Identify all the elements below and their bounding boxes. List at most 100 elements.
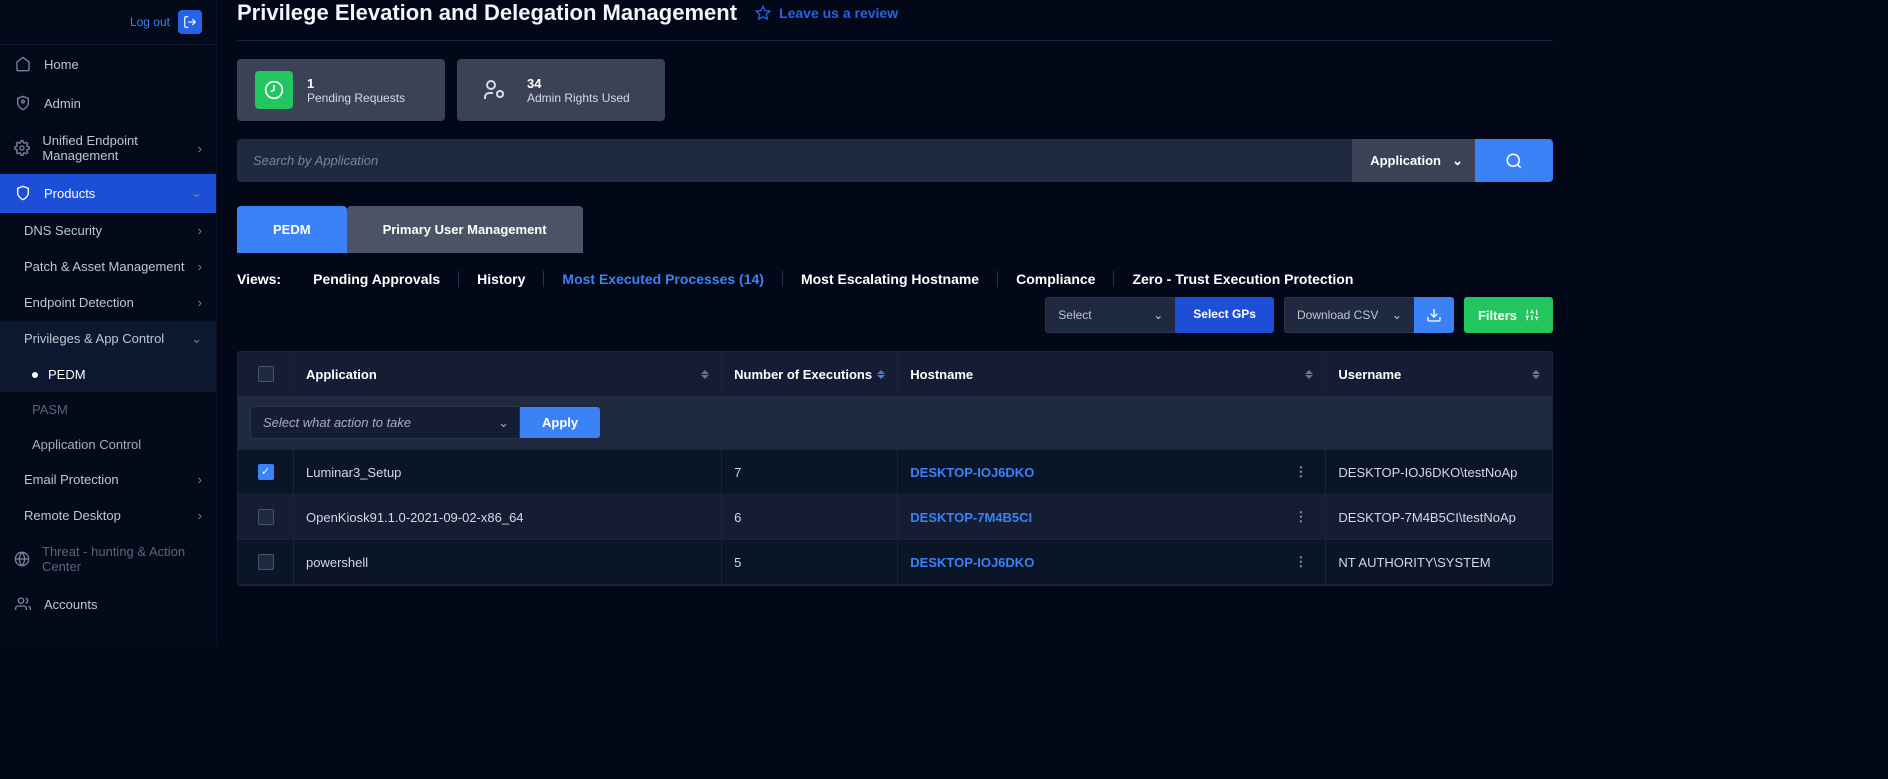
- th-application[interactable]: Application: [294, 352, 722, 396]
- nav-uem-label: Unified Endpoint Management: [42, 133, 202, 163]
- nav-accounts[interactable]: Accounts: [0, 585, 216, 624]
- chevron-down-icon: ⌄: [191, 331, 202, 347]
- th-username[interactable]: Username: [1326, 352, 1552, 396]
- subnav-pedm[interactable]: PEDM: [0, 357, 216, 392]
- search-icon: [1505, 152, 1523, 170]
- search-type-dropdown[interactable]: Application ⌄: [1352, 139, 1475, 182]
- action-placeholder: Select what action to take: [263, 415, 411, 430]
- nav-home[interactable]: Home: [0, 45, 216, 84]
- chevron-down-icon: ⌄: [1392, 308, 1402, 322]
- nav-dns[interactable]: DNS Security ›: [0, 213, 216, 249]
- sidebar: Log out Home Admin Unified Endpoint Mana…: [0, 0, 217, 645]
- review-link[interactable]: Leave us a review: [755, 5, 898, 21]
- td-hostname[interactable]: DESKTOP-7M4B5CI⋮: [898, 495, 1326, 539]
- nav-accounts-label: Accounts: [44, 597, 97, 612]
- select-dropdown[interactable]: Select ⌄: [1045, 297, 1175, 333]
- logout-icon: [183, 15, 197, 29]
- page-title: Privilege Elevation and Delegation Manag…: [237, 0, 737, 26]
- table-body: Luminar3_Setup7DESKTOP-IOJ6DKO⋮DESKTOP-I…: [238, 450, 1552, 585]
- th-checkbox[interactable]: [238, 352, 294, 396]
- chevron-right-icon: ›: [198, 141, 202, 156]
- logout-link[interactable]: Log out: [130, 15, 170, 29]
- nav-threat[interactable]: Threat - hunting & Action Center: [0, 534, 216, 585]
- nav-edr-label: Endpoint Detection: [24, 295, 134, 310]
- table-row: Luminar3_Setup7DESKTOP-IOJ6DKO⋮DESKTOP-I…: [238, 450, 1552, 495]
- admin-icon: [14, 94, 32, 112]
- nav: Home Admin Unified Endpoint Management ›…: [0, 45, 216, 624]
- th-hostname[interactable]: Hostname: [898, 352, 1326, 396]
- view-most-esc[interactable]: Most Escalating Hostname: [783, 271, 998, 287]
- search-type-label: Application: [1370, 153, 1441, 168]
- shield-icon: [14, 184, 32, 202]
- tab-pum[interactable]: Primary User Management: [347, 206, 583, 253]
- nav-remote[interactable]: Remote Desktop ›: [0, 498, 216, 534]
- view-most-exec[interactable]: Most Executed Processes (14): [544, 271, 783, 287]
- nav-edr[interactable]: Endpoint Detection ›: [0, 285, 216, 321]
- checkbox-icon: [258, 554, 274, 570]
- subnav-pasm[interactable]: PASM: [0, 392, 216, 427]
- action-row: Select what action to take ⌄ Apply: [238, 396, 1552, 450]
- stat-admin-label: Admin Rights Used: [527, 91, 630, 105]
- search-row: Application ⌄: [237, 139, 1553, 182]
- nav-home-label: Home: [44, 57, 79, 72]
- logout-icon-button[interactable]: [178, 10, 202, 34]
- chevron-right-icon: ›: [198, 295, 202, 310]
- td-username: DESKTOP-7M4B5CI\testNoAp: [1326, 495, 1552, 539]
- view-compliance[interactable]: Compliance: [998, 271, 1114, 287]
- apply-button[interactable]: Apply: [520, 407, 600, 438]
- td-hostname[interactable]: DESKTOP-IOJ6DKO⋮: [898, 540, 1326, 584]
- title-row: Privilege Elevation and Delegation Manag…: [237, 0, 1553, 41]
- toolbar: Select ⌄ Select GPs Download CSV ⌄ Filte…: [237, 297, 1553, 333]
- download-dropdown[interactable]: Download CSV ⌄: [1284, 297, 1414, 333]
- nav-uem[interactable]: Unified Endpoint Management ›: [0, 123, 216, 174]
- action-dropdown[interactable]: Select what action to take ⌄: [250, 406, 520, 439]
- chevron-right-icon: ›: [198, 223, 202, 238]
- users-icon: [14, 595, 32, 613]
- bullet-icon: [32, 372, 38, 378]
- td-checkbox[interactable]: [238, 540, 294, 584]
- nav-admin[interactable]: Admin: [0, 84, 216, 123]
- view-history[interactable]: History: [459, 271, 544, 287]
- view-zero[interactable]: Zero - Trust Execution Protection: [1114, 271, 1371, 287]
- view-pending[interactable]: Pending Approvals: [295, 271, 459, 287]
- nav-products-label: Products: [44, 186, 95, 201]
- nav-remote-label: Remote Desktop: [24, 508, 121, 523]
- chevron-down-icon: ⌄: [498, 415, 509, 431]
- stat-admin[interactable]: 34 Admin Rights Used: [457, 59, 665, 121]
- search-button[interactable]: [1475, 139, 1553, 182]
- nav-threat-label: Threat - hunting & Action Center: [42, 544, 202, 574]
- chevron-right-icon: ›: [198, 259, 202, 274]
- filters-button[interactable]: Filters: [1464, 297, 1553, 333]
- nav-email[interactable]: Email Protection ›: [0, 462, 216, 498]
- select-gps-button[interactable]: Select GPs: [1175, 297, 1274, 333]
- td-checkbox[interactable]: [238, 495, 294, 539]
- tabs: PEDM Primary User Management: [237, 206, 1553, 253]
- search-input[interactable]: [237, 139, 1352, 182]
- table: Application Number of Executions Hostnam…: [237, 351, 1553, 586]
- subnav-pedm-label: PEDM: [48, 367, 86, 382]
- table-row: OpenKiosk91.1.0-2021-09-02-x86_646DESKTO…: [238, 495, 1552, 540]
- stats-row: 1 Pending Requests 34 Admin Rights Used: [237, 59, 1553, 121]
- stat-pending[interactable]: 1 Pending Requests: [237, 59, 445, 121]
- td-executions: 7: [722, 450, 898, 494]
- subnav-appctrl[interactable]: Application Control: [0, 427, 216, 462]
- nav-patch[interactable]: Patch & Asset Management ›: [0, 249, 216, 285]
- sort-icon: [1305, 370, 1313, 379]
- th-executions-label: Number of Executions: [734, 367, 872, 382]
- kebab-icon[interactable]: ⋮: [1288, 464, 1313, 480]
- download-button[interactable]: [1414, 297, 1454, 333]
- download-label: Download CSV: [1297, 308, 1378, 322]
- chevron-right-icon: ›: [198, 472, 202, 487]
- sort-icon: [701, 370, 709, 379]
- kebab-icon[interactable]: ⋮: [1288, 554, 1313, 570]
- kebab-icon[interactable]: ⋮: [1288, 509, 1313, 525]
- gear-icon: [14, 139, 30, 157]
- td-checkbox[interactable]: [238, 450, 294, 494]
- chevron-down-icon: ⌄: [191, 185, 202, 201]
- tab-pedm[interactable]: PEDM: [237, 206, 347, 253]
- td-hostname[interactable]: DESKTOP-IOJ6DKO⋮: [898, 450, 1326, 494]
- checkbox-icon: [258, 366, 274, 382]
- th-executions[interactable]: Number of Executions: [722, 352, 898, 396]
- nav-products[interactable]: Products ⌄: [0, 174, 216, 213]
- nav-pac[interactable]: Privileges & App Control ⌄: [0, 321, 216, 357]
